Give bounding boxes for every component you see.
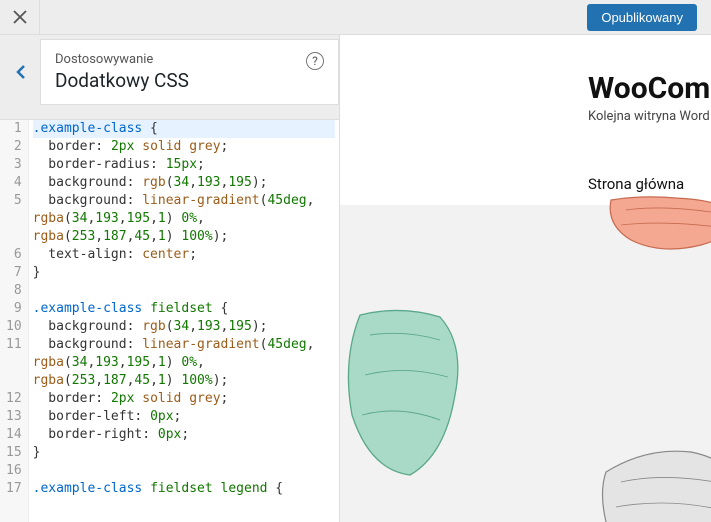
topbar: Opublikowany [0, 0, 711, 35]
clothing-illustration-red [601, 190, 711, 270]
sidebar-header: Dostosowywanie Dodatkowy CSS ? [40, 39, 339, 105]
css-editor[interactable]: 1234567891011121314151617 .example-class… [0, 119, 339, 522]
main-layout: Dostosowywanie Dodatkowy CSS ? 123456789… [0, 35, 711, 522]
customizing-label: Dostosowywanie [55, 52, 306, 67]
help-icon: ? [312, 54, 318, 68]
section-title: Dodatkowy CSS [55, 69, 306, 92]
publish-button[interactable]: Opublikowany [587, 4, 697, 31]
chevron-left-icon [16, 64, 26, 80]
help-button[interactable]: ? [306, 52, 324, 70]
close-button[interactable] [0, 0, 40, 35]
clothing-illustration-green [340, 305, 470, 485]
back-button[interactable] [1, 40, 41, 104]
line-gutter: 1234567891011121314151617 [0, 120, 29, 522]
sidebar: Dostosowywanie Dodatkowy CSS ? 123456789… [0, 35, 340, 522]
sidebar-header-text: Dostosowywanie Dodatkowy CSS [55, 52, 306, 92]
code-area[interactable]: .example-class { border: 2px solid grey;… [29, 120, 339, 522]
site-tagline: Kolejna witryna Word [588, 109, 710, 124]
clothing-illustration-grey [591, 442, 711, 522]
close-icon [13, 10, 27, 24]
site-title[interactable]: WooCom [588, 71, 710, 106]
site-preview: WooCom Kolejna witryna Word Strona główn… [340, 35, 711, 522]
